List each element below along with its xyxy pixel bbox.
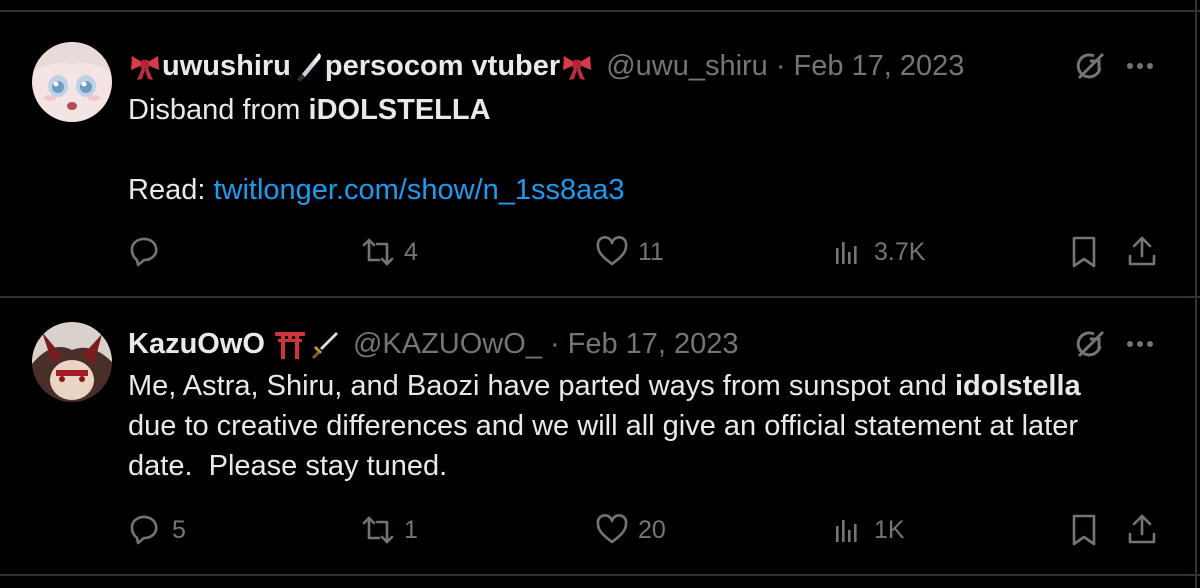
tweet-text: Disband from iDOLSTELLA Read: twitlonger…	[128, 90, 1168, 210]
bookmark-icon	[1072, 236, 1096, 268]
tweet-text: Me, Astra, Shiru, and Baozi have parted …	[128, 366, 1178, 486]
read-label: Read:	[128, 174, 214, 206]
knife-emoji-icon	[291, 49, 325, 83]
display-name[interactable]: KazuOwO	[128, 327, 341, 361]
views-button[interactable]: 3.7K	[830, 234, 925, 270]
twitlonger-link[interactable]: twitlonger.com/show/n_1ss8aa3	[213, 174, 624, 206]
view-count: 3.7K	[874, 237, 926, 266]
display-name[interactable]: uwushiru persocom vtuber	[128, 49, 594, 83]
like-count: 20	[638, 515, 666, 544]
view-count: 1K	[874, 515, 905, 544]
ribbon-emoji-icon	[560, 49, 594, 83]
avatar[interactable]	[32, 322, 112, 402]
share-icon	[1128, 236, 1156, 266]
text-line-3: date. Please stay tuned.	[128, 450, 448, 482]
more-icon[interactable]	[1122, 48, 1158, 84]
reply-icon	[130, 515, 158, 545]
tweet-1[interactable]: uwushiru persocom vtuber @uwu_shiru · Fe…	[0, 12, 1200, 296]
display-name-text: KazuOwO	[128, 327, 265, 360]
retweet-icon	[362, 238, 394, 266]
share-button[interactable]	[1124, 512, 1160, 548]
reply-icon	[130, 237, 158, 267]
separator-dot: ·	[775, 49, 786, 82]
like-icon	[596, 514, 628, 544]
bookmark-icon	[1072, 514, 1096, 546]
more-icon[interactable]	[1122, 326, 1158, 362]
retweet-button[interactable]: 4	[360, 234, 418, 270]
views-icon	[836, 242, 857, 264]
separator-dot: ·	[549, 327, 560, 360]
bold-text: idolstella	[954, 370, 1081, 402]
bottom-border	[0, 574, 1200, 576]
text-line-2: due to creative differences and we will …	[128, 410, 1079, 442]
reply-button[interactable]	[128, 234, 164, 270]
grok-icon[interactable]	[1072, 326, 1108, 362]
handle[interactable]: @KAZUOwO_	[353, 328, 542, 361]
retweet-button[interactable]: 1	[360, 512, 418, 548]
share-button[interactable]	[1124, 234, 1160, 270]
like-button[interactable]: 11	[594, 234, 664, 270]
like-button[interactable]: 20	[594, 512, 666, 548]
retweet-icon	[362, 516, 394, 544]
ribbon-emoji-icon	[128, 49, 162, 83]
retweet-count: 4	[404, 237, 418, 266]
bookmark-button[interactable]	[1066, 512, 1102, 548]
text-prefix: Me, Astra, Shiru, and Baozi have parted …	[128, 370, 955, 402]
views-button[interactable]: 1K	[830, 512, 905, 548]
tweet-2[interactable]: KazuOwO @KAZUOwO_ · Feb 17, 2023 Me, Ast…	[0, 298, 1200, 574]
reply-button[interactable]: 5	[128, 512, 186, 548]
handle[interactable]: @uwu_shiru	[606, 50, 768, 83]
display-name-text: uwushiru	[162, 49, 291, 82]
tweet-header: uwushiru persocom vtuber @uwu_shiru · Fe…	[128, 46, 964, 86]
share-icon	[1128, 514, 1156, 544]
timestamp[interactable]: Feb 17, 2023	[793, 50, 964, 83]
torii-gate-emoji-icon	[273, 327, 307, 361]
like-icon	[596, 236, 628, 266]
dagger-emoji-icon	[307, 327, 341, 361]
timestamp[interactable]: Feb 17, 2023	[568, 328, 739, 361]
like-count: 11	[638, 237, 664, 266]
avatar[interactable]	[32, 42, 112, 122]
views-icon	[836, 520, 857, 542]
display-name-suffix: persocom vtuber	[324, 49, 561, 82]
tweet-header: KazuOwO @KAZUOwO_ · Feb 17, 2023	[128, 324, 739, 364]
text-prefix: Disband from	[128, 94, 309, 126]
grok-icon[interactable]	[1072, 48, 1108, 84]
bold-text: iDOLSTELLA	[308, 94, 491, 126]
bookmark-button[interactable]	[1066, 234, 1102, 270]
reply-count: 5	[172, 515, 186, 544]
retweet-count: 1	[404, 515, 418, 544]
